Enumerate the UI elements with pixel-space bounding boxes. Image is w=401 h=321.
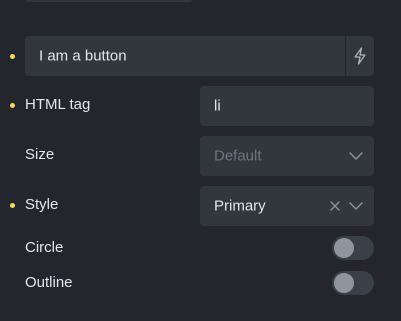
html-tag-label: HTML tag	[25, 96, 91, 113]
size-placeholder: Default	[214, 147, 262, 165]
html-tag-value[interactable]: li	[214, 98, 221, 115]
dynamic-data-button[interactable]	[346, 36, 374, 76]
outline-toggle[interactable]	[332, 271, 374, 295]
button-text-value[interactable]: I am a button	[39, 48, 127, 65]
circle-label: Circle	[25, 239, 64, 256]
size-label: Size	[25, 146, 55, 163]
button-text-input[interactable]: I am a button	[25, 36, 374, 76]
chevron-down-icon	[349, 202, 363, 210]
outline-label: Outline	[25, 274, 73, 291]
modified-indicator	[10, 203, 15, 208]
toggle-knob	[334, 238, 354, 258]
html-tag-input[interactable]: li	[200, 86, 374, 126]
chevron-down-icon	[349, 152, 363, 160]
circle-toggle[interactable]	[332, 236, 374, 260]
style-label: Style	[25, 196, 59, 213]
toggle-knob	[334, 273, 354, 293]
style-select[interactable]: Primary	[200, 186, 374, 226]
previous-control-edge	[25, 0, 193, 2]
size-select[interactable]: Default	[200, 136, 374, 176]
modified-indicator	[10, 103, 15, 108]
bolt-icon	[354, 47, 366, 65]
modified-indicator	[10, 54, 15, 59]
style-value: Primary	[214, 197, 266, 215]
close-icon[interactable]	[330, 201, 340, 211]
